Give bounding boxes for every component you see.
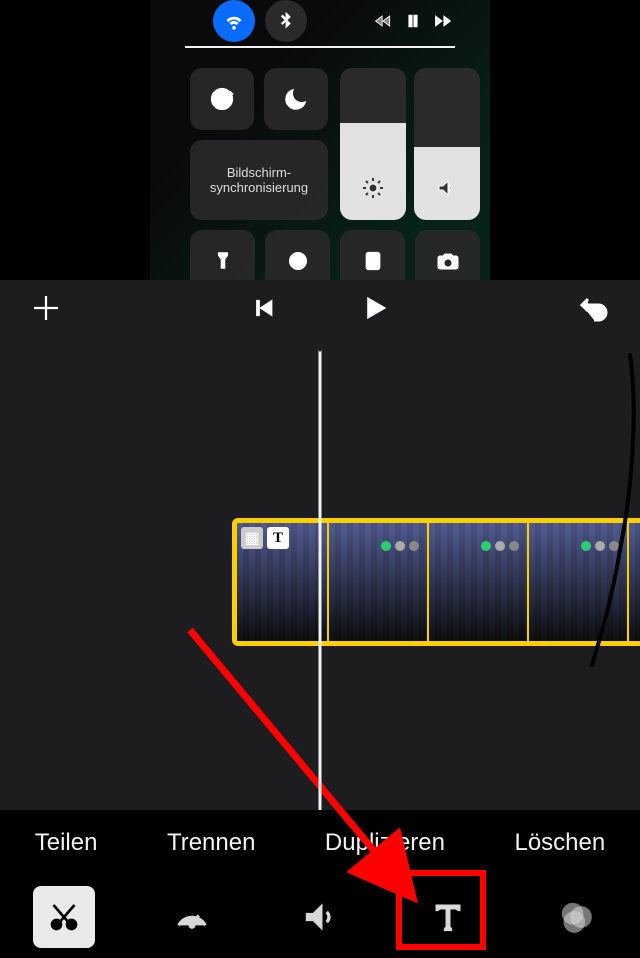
title-badge-icon: T [267, 527, 289, 549]
volume-slider [414, 68, 480, 220]
timer-icon [265, 230, 330, 280]
playhead-indicator [302, 330, 338, 352]
split-action[interactable]: Teilen [27, 825, 106, 861]
do-not-disturb-icon [264, 68, 328, 130]
detach-action[interactable]: Trennen [159, 825, 264, 861]
speaker-icon [435, 176, 459, 200]
wifi-icon [213, 0, 255, 42]
text-tool[interactable] [417, 886, 479, 948]
scissors-icon [46, 899, 82, 935]
rewind-icon [373, 11, 393, 31]
camera-icon [415, 230, 480, 280]
control-center-handle [185, 46, 455, 48]
speaker-icon [300, 897, 340, 937]
speed-tool[interactable] [161, 886, 223, 948]
media-controls-module [340, 0, 485, 42]
calculator-icon [340, 230, 405, 280]
connectivity-module [190, 0, 330, 42]
brightness-slider [340, 68, 406, 220]
timeline-area[interactable]: ▦ T [0, 340, 640, 810]
filters-icon [556, 897, 596, 937]
duplicate-action[interactable]: Duplizieren [317, 825, 453, 861]
preview-frame: Bildschirm- synchronisierung [150, 0, 490, 280]
skip-to-start-button[interactable] [248, 293, 278, 328]
play-button[interactable] [358, 291, 392, 330]
flashlight-icon [190, 230, 255, 280]
delete-action[interactable]: Löschen [506, 825, 613, 861]
clip-actions-bar: Teilen Trennen Duplizieren Löschen [0, 810, 640, 876]
screen-mirroring-label: Bildschirm- synchronisierung [210, 165, 308, 195]
utility-row [190, 230, 480, 280]
brightness-icon [361, 176, 385, 200]
text-icon [428, 897, 468, 937]
transport-bar [0, 280, 640, 340]
speedometer-icon [172, 897, 212, 937]
volume-tool[interactable] [289, 886, 351, 948]
cut-tool[interactable] [33, 886, 95, 948]
tool-bar [0, 876, 640, 958]
clip-thumbnail-icon: ▦ [241, 527, 263, 549]
forward-icon [433, 11, 453, 31]
pause-icon [403, 11, 423, 31]
add-button[interactable] [28, 290, 64, 331]
bluetooth-icon [265, 0, 307, 42]
video-clip[interactable]: ▦ T [232, 518, 640, 646]
video-preview: Bildschirm- synchronisierung [0, 0, 640, 280]
rotation-lock-icon [190, 68, 254, 130]
filters-tool[interactable] [545, 886, 607, 948]
screen-mirroring-tile: Bildschirm- synchronisierung [190, 140, 328, 220]
undo-button[interactable] [576, 290, 612, 331]
playhead-line[interactable] [319, 340, 322, 810]
